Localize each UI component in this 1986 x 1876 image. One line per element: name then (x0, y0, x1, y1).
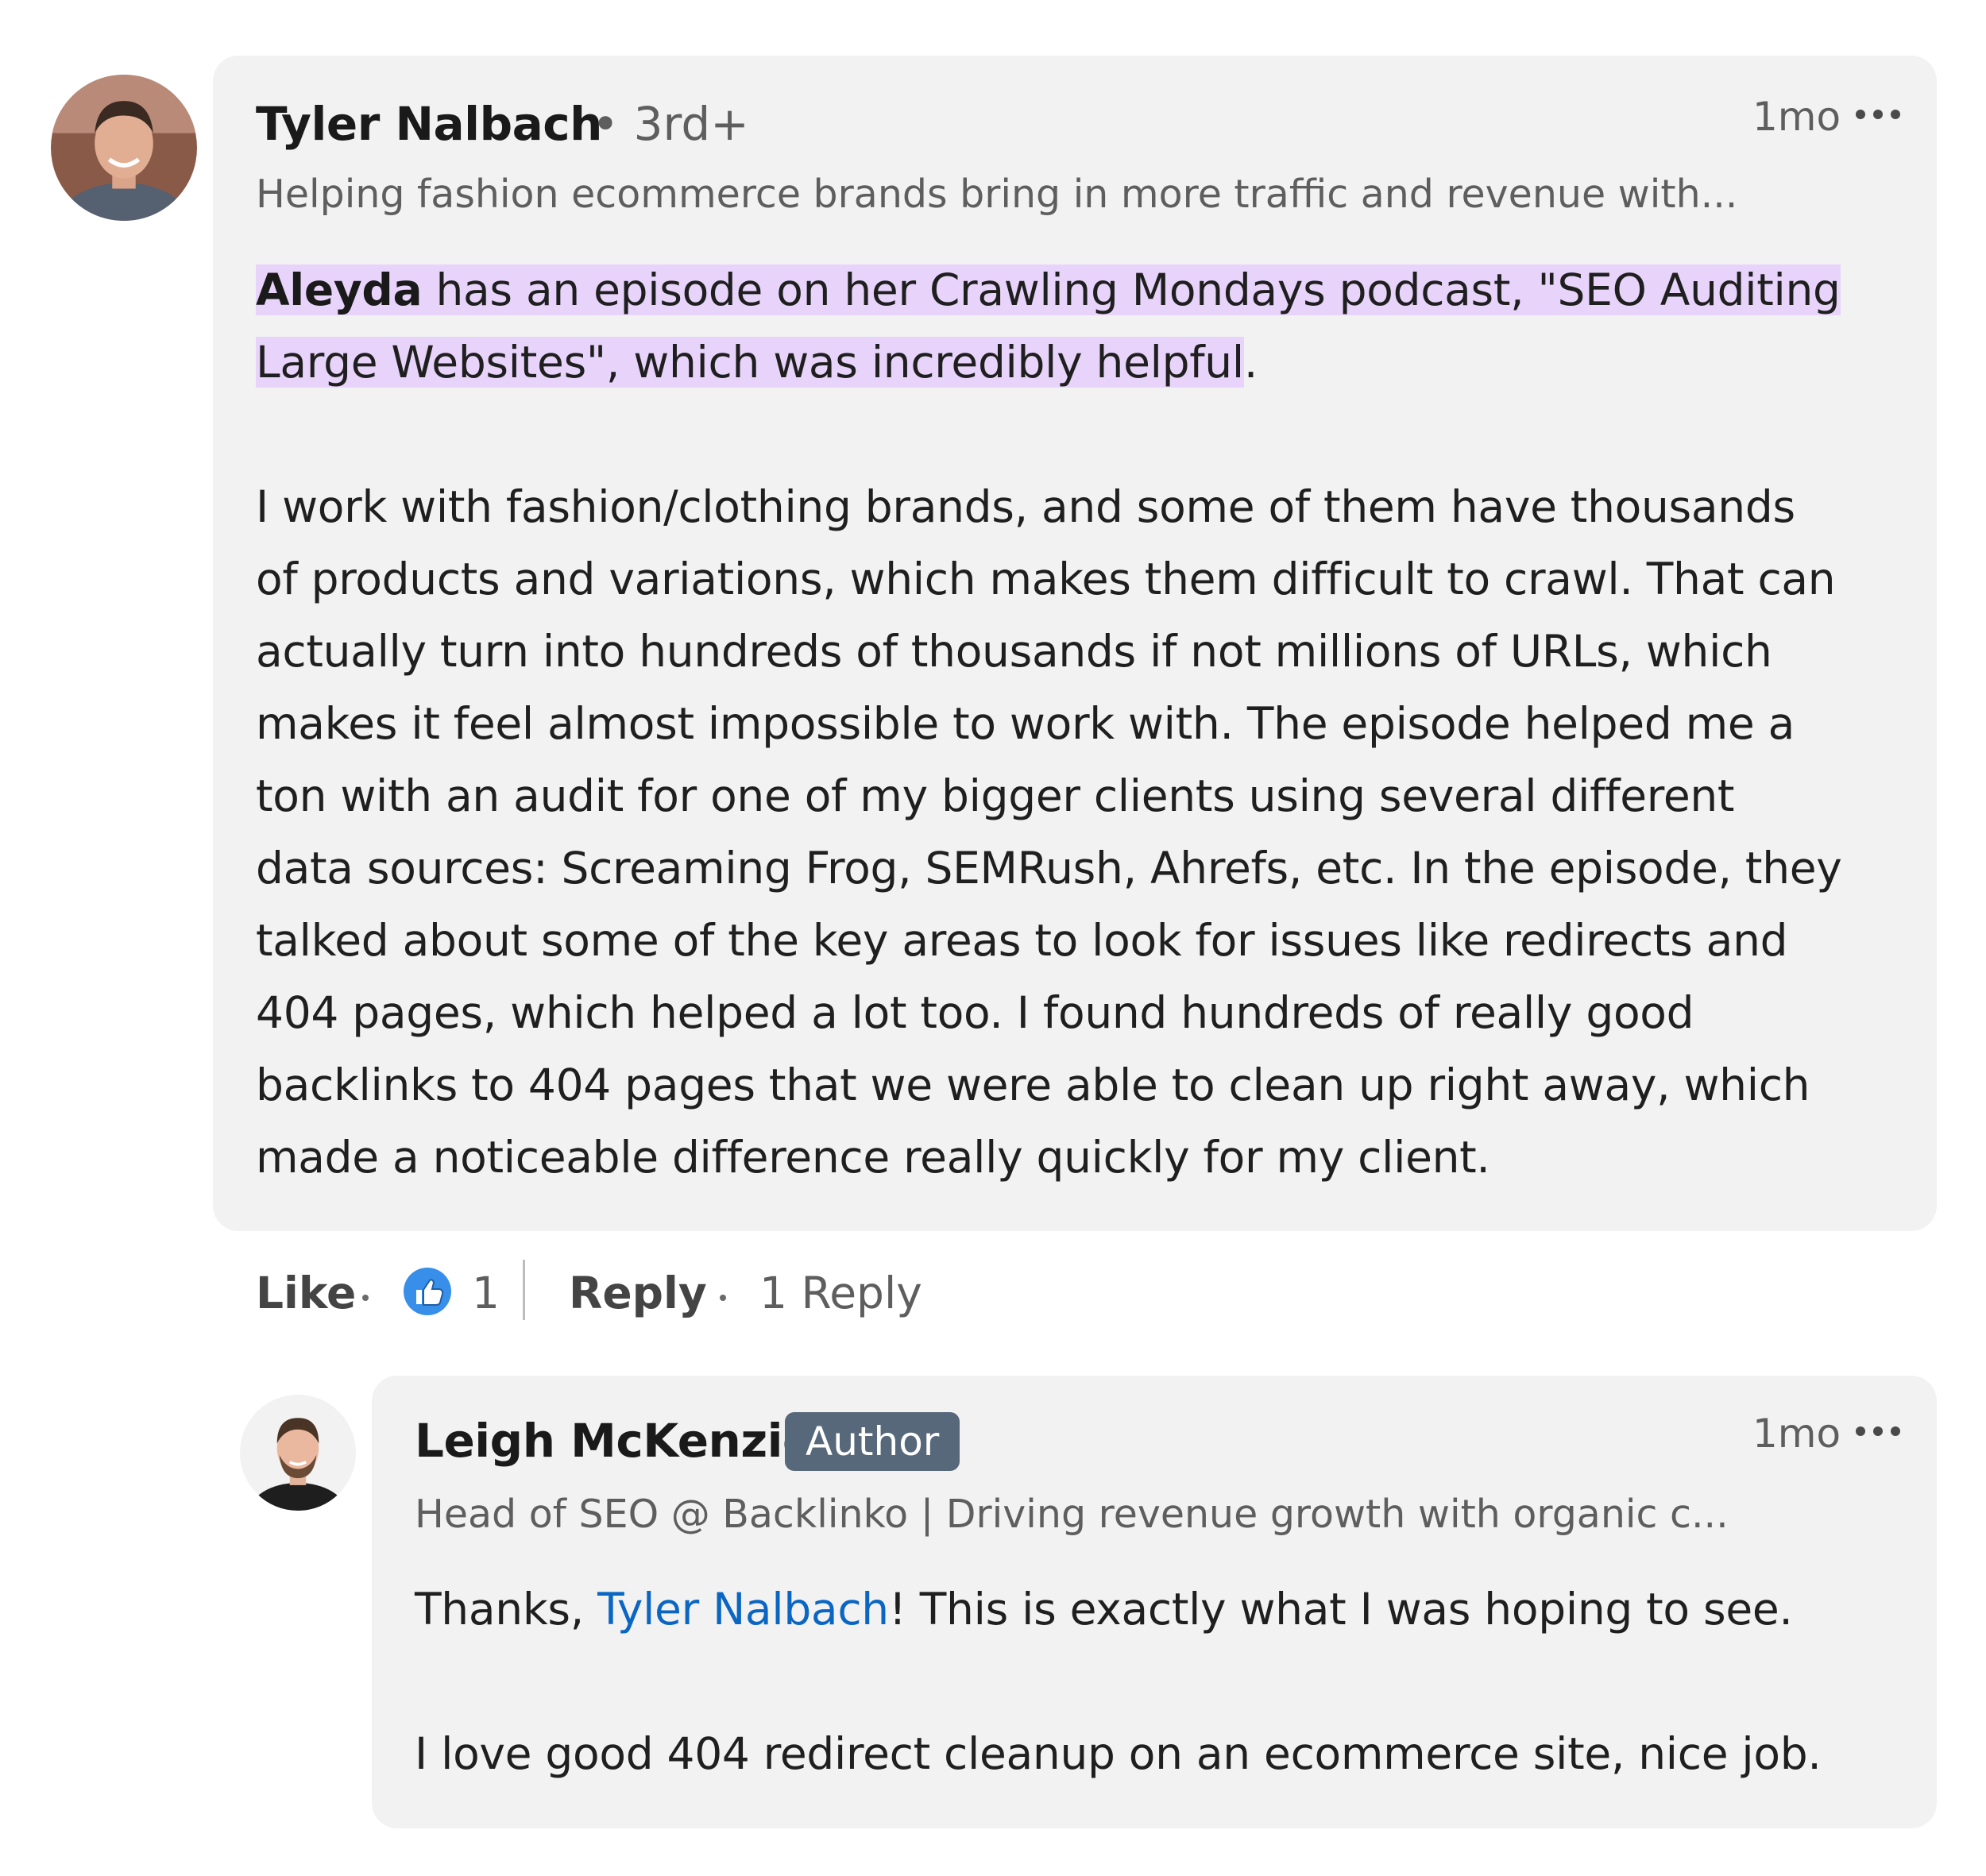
comment-paragraph-line: made a noticeable difference really quic… (256, 1132, 1490, 1183)
comment-line1-text: has an episode on her Crawling Mondays p… (422, 264, 1841, 315)
reply-author-name[interactable]: Leigh McKenzie (415, 1414, 813, 1468)
connection-degree: • 3rd+ (592, 97, 749, 151)
commenter-avatar[interactable] (51, 75, 197, 221)
reply-body-line-2: I love good 404 redirect cleanup on an e… (415, 1728, 1822, 1779)
reply-author-avatar-photo (240, 1395, 356, 1511)
mention-tyler-nalbach[interactable]: Tyler Nalbach (597, 1584, 889, 1635)
comment-paragraph-line: 404 pages, which helped a lot too. I fou… (256, 987, 1694, 1038)
comment-body-line-1: Aleyda has an episode on her Crawling Mo… (256, 254, 1841, 326)
separator-dot (362, 1295, 369, 1301)
commenter-name[interactable]: Tyler Nalbach (256, 97, 602, 151)
reply-body-line-1: Thanks, Tyler Nalbach! This is exactly w… (415, 1573, 1793, 1646)
reply-line1-end: ! This is exactly what I was hoping to s… (888, 1584, 1793, 1635)
reply-line1-start: Thanks, (415, 1584, 598, 1635)
mention-aleyda[interactable]: Aleyda (256, 264, 423, 315)
comment-paragraph-line: makes it feel almost impossible to work … (256, 698, 1795, 749)
comment-paragraph-line: talked about some of the key areas to lo… (256, 915, 1788, 966)
comment-paragraph-line: of products and variations, which makes … (256, 554, 1836, 604)
action-divider (523, 1260, 525, 1320)
reply-author-avatar[interactable] (240, 1395, 356, 1511)
like-reaction-icon[interactable] (402, 1266, 453, 1317)
comment-paragraph-line: backlinks to 404 pages that we were able… (256, 1060, 1810, 1110)
comment-line2-end: . (1243, 337, 1258, 388)
commenter-avatar-photo (51, 75, 197, 221)
comment-paragraph-line: ton with an audit for one of my bigger c… (256, 770, 1735, 821)
like-button[interactable]: Like (256, 1268, 356, 1318)
more-options-icon[interactable] (1856, 1423, 1903, 1439)
reply-button[interactable]: Reply (569, 1268, 707, 1318)
comment-line2-highlight: Large Websites", which was incredibly he… (256, 337, 1244, 388)
author-badge: Author (785, 1412, 960, 1471)
comment-paragraph-line: I work with fashion/clothing brands, and… (256, 481, 1795, 532)
reply-author-headline: Head of SEO @ Backlinko | Driving revenu… (415, 1492, 1729, 1537)
separator-dot (720, 1295, 726, 1301)
comment-body-line-2: Large Websites", which was incredibly he… (256, 326, 1258, 399)
reply-timestamp: 1mo (1752, 1411, 1841, 1457)
comment-paragraph-line: actually turn into hundreds of thousands… (256, 626, 1772, 677)
more-options-icon[interactable] (1856, 106, 1903, 122)
comment-timestamp: 1mo (1752, 94, 1841, 140)
comment-paragraph-line: data sources: Screaming Frog, SEMRush, A… (256, 843, 1842, 894)
reaction-count[interactable]: 1 (472, 1268, 500, 1318)
replies-count-link[interactable]: 1 Reply (759, 1268, 922, 1318)
commenter-headline: Helping fashion ecommerce brands bring i… (256, 172, 1738, 217)
